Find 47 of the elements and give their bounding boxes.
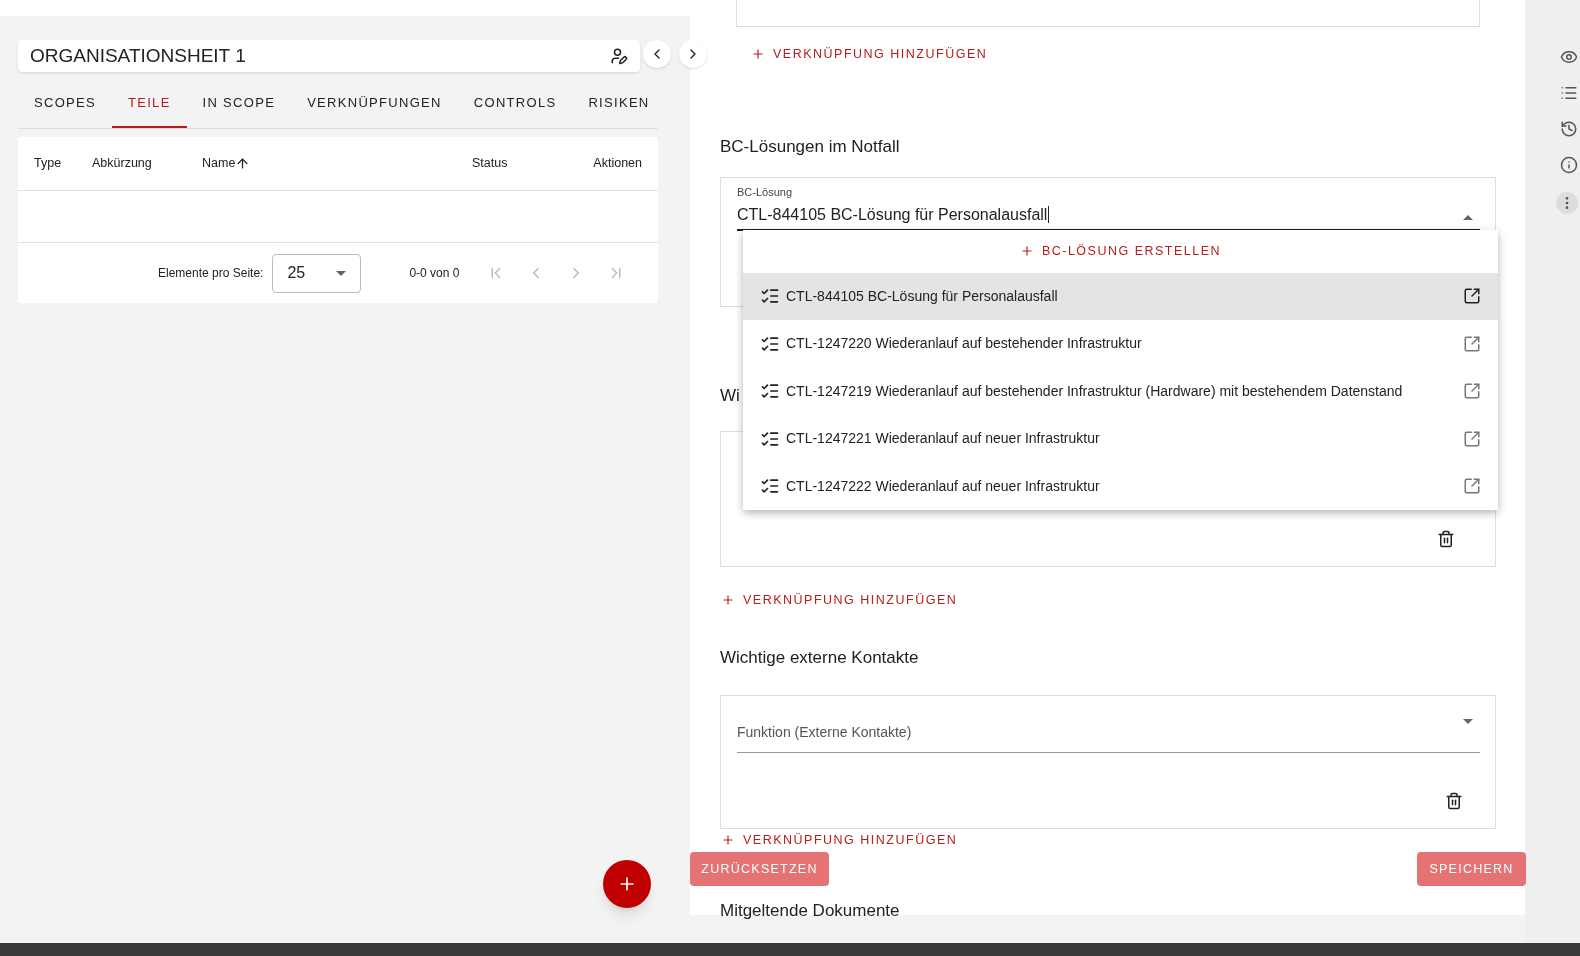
column-header[interactable]: Aktionen [593,154,642,173]
add-link-button[interactable]: VERKNÜPFUNG HINZUFÜGEN [705,592,974,607]
dropdown-caret-icon [336,270,347,276]
list-icon[interactable] [1560,84,1578,102]
tab[interactable]: IN SCOPE [186,80,292,128]
sort-ascending-icon[interactable] [235,156,251,171]
delete-icon[interactable] [1445,791,1463,810]
page-size-label: Elemente pro Seite: [158,265,264,282]
section-heading: Wi [720,384,740,407]
plus-icon [721,832,735,847]
open-external-icon[interactable] [1463,287,1481,306]
dropdown-option[interactable]: CTL-1247221 Wiederanlauf auf neuer Infrastruktur [743,415,1498,463]
create-option[interactable]: BC-LÖSUNG ERSTELLEN [743,229,1498,273]
tab[interactable]: SCOPES [18,80,112,128]
plus-icon [1019,244,1034,258]
history-icon[interactable] [1560,120,1578,138]
plus-icon [721,592,735,607]
dropdown-option[interactable]: CTL-1247220 Wiederanlauf auf bestehender Infrastruktur [743,320,1498,368]
section-heading: Mitgeltende Dokumente [720,899,901,922]
column-header[interactable]: Type [34,154,62,173]
add-link-button[interactable]: VERKNÜPFUNG HINZUFÜGEN [735,46,1004,61]
info-icon[interactable] [1560,156,1578,174]
collapse-left-button[interactable] [643,40,671,68]
tab[interactable]: TEILE [112,80,187,128]
add-link-button[interactable]: VERKNÜPFUNG HINZUFÜGEN [705,832,974,847]
column-header[interactable]: Name [202,154,236,173]
column-header[interactable]: Abkürzung [92,154,152,173]
expand-right-button[interactable] [679,40,707,68]
page-range: 0-0 von 0 [409,265,460,282]
plus-icon [751,46,765,61]
dropdown-option[interactable]: CTL-1247222 Wiederanlauf auf neuer Infrastruktur [743,462,1498,510]
tab[interactable]: VERKNÜPFUNGEN [291,80,458,128]
section-heading: BC-Lösungen im Notfall [720,136,901,158]
page-size-select[interactable]: 25 [272,253,362,293]
eye-icon[interactable] [1560,48,1578,66]
function-select[interactable]: Funktion (Externe Kontakte) [737,720,1480,753]
tab[interactable]: RISIKEN [572,80,666,128]
dropdown-option[interactable]: CTL-1247219 Wiederanlauf auf bestehender Infrastruktur (Hardware) mit bestehendem Datenstand [743,367,1498,415]
tab[interactable]: CONTROLS [457,80,573,128]
column-header[interactable]: Status [472,154,508,173]
panel-title: ORGANISATIONSHEIT 1 [30,43,246,68]
user-edit-icon[interactable] [610,47,628,65]
delete-icon[interactable] [1437,530,1455,548]
add-fab-button[interactable] [603,860,651,908]
more-menu-button[interactable] [1556,192,1578,214]
section-heading: Wichtige externe Kontakte [720,647,920,669]
dropdown-option[interactable]: CTL-844105 BC-Lösung für Personalausfall [743,272,1498,320]
